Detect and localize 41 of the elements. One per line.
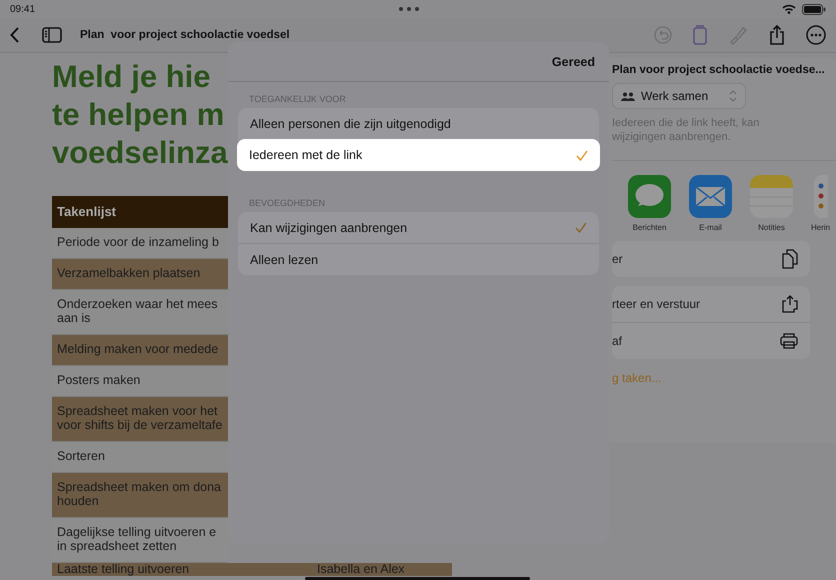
more-icon[interactable]: [806, 25, 826, 45]
document-title[interactable]: Plan voor project schoolactie voedsel: [80, 29, 290, 41]
wifi-icon: [782, 4, 796, 14]
speech-bubble-app-icon[interactable]: [628, 175, 671, 218]
action-row[interactable]: er: [612, 241, 810, 277]
sidebar-icon[interactable]: [42, 27, 62, 43]
table-cell: Verzamelbakken plaatsen: [52, 259, 228, 290]
app-label: Notities: [758, 223, 785, 232]
table-cell: Isabella en Alex: [312, 563, 452, 576]
chevron-updown-icon: [729, 90, 737, 102]
battery-icon: [802, 4, 826, 14]
copy-icon: [782, 249, 798, 269]
table-cell: Spreadsheet maken voor het voor shifts bij de verzameltafe: [52, 397, 228, 442]
app-label: Berichten: [632, 223, 666, 232]
option-row[interactable]: Alleen personen die zijn uitgenodigd: [238, 108, 599, 139]
collaborate-button[interactable]: Werk samen: [612, 83, 746, 109]
share-icon[interactable]: [769, 25, 785, 45]
option-row[interactable]: Kan wijzigingen aanbrengen: [238, 212, 599, 243]
printer-icon: [780, 333, 798, 349]
envelope-app-icon[interactable]: [689, 175, 732, 218]
back-icon[interactable]: [10, 27, 20, 43]
table-cell: Laatste telling uitvoeren: [52, 563, 312, 576]
option-row[interactable]: Alleen lezen: [238, 243, 599, 275]
document-heading: voedselinza: [52, 134, 228, 172]
document-heading: te helpen m: [52, 96, 226, 134]
table-header: Takenlijst: [52, 196, 228, 228]
document-heading: Meld je hie: [52, 58, 212, 96]
done-button[interactable]: Gereed: [552, 54, 595, 68]
status-time: 09:41: [10, 4, 36, 14]
table-cell: Spreadsheet maken om dona houden: [52, 473, 228, 518]
people-icon: [621, 92, 635, 100]
option-row[interactable]: Iedereen met de link: [237, 139, 600, 171]
app-label: Herin: [811, 223, 830, 232]
action-row[interactable]: rteer en verstuur: [612, 286, 810, 322]
multitasking-dots-icon[interactable]: [398, 6, 420, 12]
app-label: E-mail: [699, 223, 722, 232]
export-icon: [782, 295, 798, 313]
share-title: Plan voor project schoolactie voedse...: [612, 64, 826, 76]
table-cell: Melding maken voor medede: [52, 335, 228, 366]
list-app-icon[interactable]: [814, 175, 828, 218]
action-row[interactable]: af: [612, 322, 810, 359]
